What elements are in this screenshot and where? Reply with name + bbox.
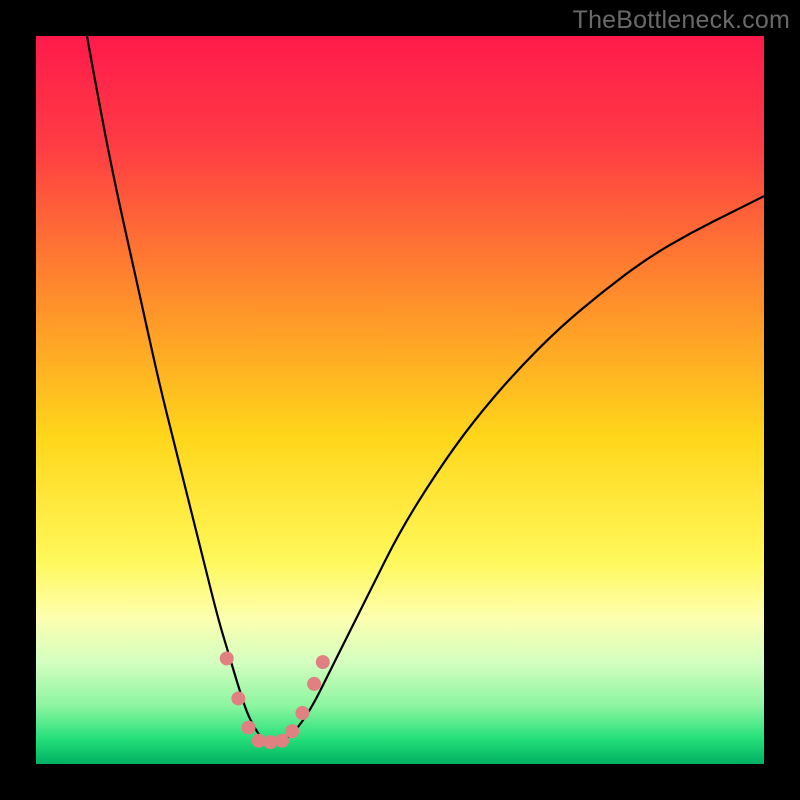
watermark-text: TheBottleneck.com (573, 6, 790, 35)
marker-dot (307, 677, 321, 691)
chart-background (36, 36, 764, 764)
marker-dot (231, 691, 245, 705)
marker-dot (285, 724, 299, 738)
marker-dot (316, 655, 330, 669)
marker-dot (242, 721, 256, 735)
marker-dot (295, 706, 309, 720)
chart-svg (36, 36, 764, 764)
marker-dot (220, 651, 234, 665)
plot-area (36, 36, 764, 764)
outer-frame: TheBottleneck.com (0, 0, 800, 800)
